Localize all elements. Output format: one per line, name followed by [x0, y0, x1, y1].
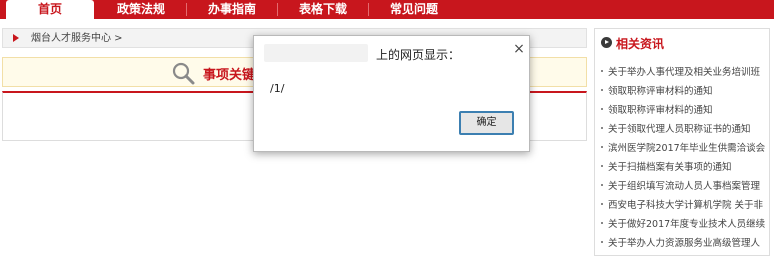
close-icon[interactable]: × — [512, 42, 526, 56]
dialog-origin-blurred — [264, 44, 368, 62]
page: 首页 政策法规 办事指南 表格下载 常见问题 烟台人才服务中心 > 事项关键 相… — [0, 0, 774, 256]
alert-dialog: 上的网页显示： × /1/ 确定 — [253, 35, 530, 152]
dialog-message: /1/ — [270, 82, 285, 95]
modal-overlay: 上的网页显示： × /1/ 确定 — [0, 0, 774, 256]
dialog-title: 上的网页显示： — [376, 48, 461, 62]
ok-button[interactable]: 确定 — [459, 111, 514, 135]
